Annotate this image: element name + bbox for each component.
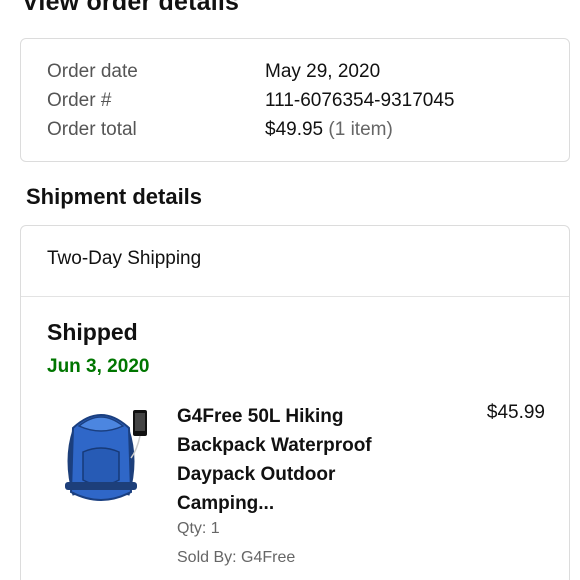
order-date-label: Order date [47, 61, 138, 82]
item-title-link[interactable]: G4Free 50L Hiking Backpack Waterproof Da… [177, 402, 417, 518]
backpack-image [65, 410, 147, 501]
order-total-label: Order total [47, 119, 137, 140]
backpack-icon[interactable] [45, 400, 157, 512]
order-total-amount: $49.95 [265, 119, 324, 140]
order-total-item-count: (1 item) [328, 119, 393, 140]
item-price: $45.99 [486, 402, 545, 423]
shipment-date: Jun 3, 2020 [47, 356, 150, 377]
page-title: View order details [22, 0, 240, 16]
order-details-page: View order details Order date May 29, 20… [0, 0, 580, 580]
shipment-section-title: Shipment details [26, 184, 203, 209]
item-quantity: Qty: 1 [177, 520, 220, 537]
shipment-divider [21, 296, 569, 297]
shipping-method: Two-Day Shipping [47, 248, 202, 269]
item-seller: Sold By: G4Free [177, 549, 296, 566]
order-total-value: $49.95 (1 item) [265, 119, 393, 141]
order-summary-card: Order date May 29, 2020 Order # 111-6076… [20, 38, 570, 162]
order-number-value: 111-6076354-9317045 [265, 90, 455, 111]
order-number-label: Order # [47, 90, 112, 111]
shipment-card: Two-Day Shipping Shipped Jun 3, 2020 G4F… [20, 225, 570, 580]
order-date-value: May 29, 2020 [265, 61, 381, 82]
shipment-status: Shipped [47, 319, 138, 345]
